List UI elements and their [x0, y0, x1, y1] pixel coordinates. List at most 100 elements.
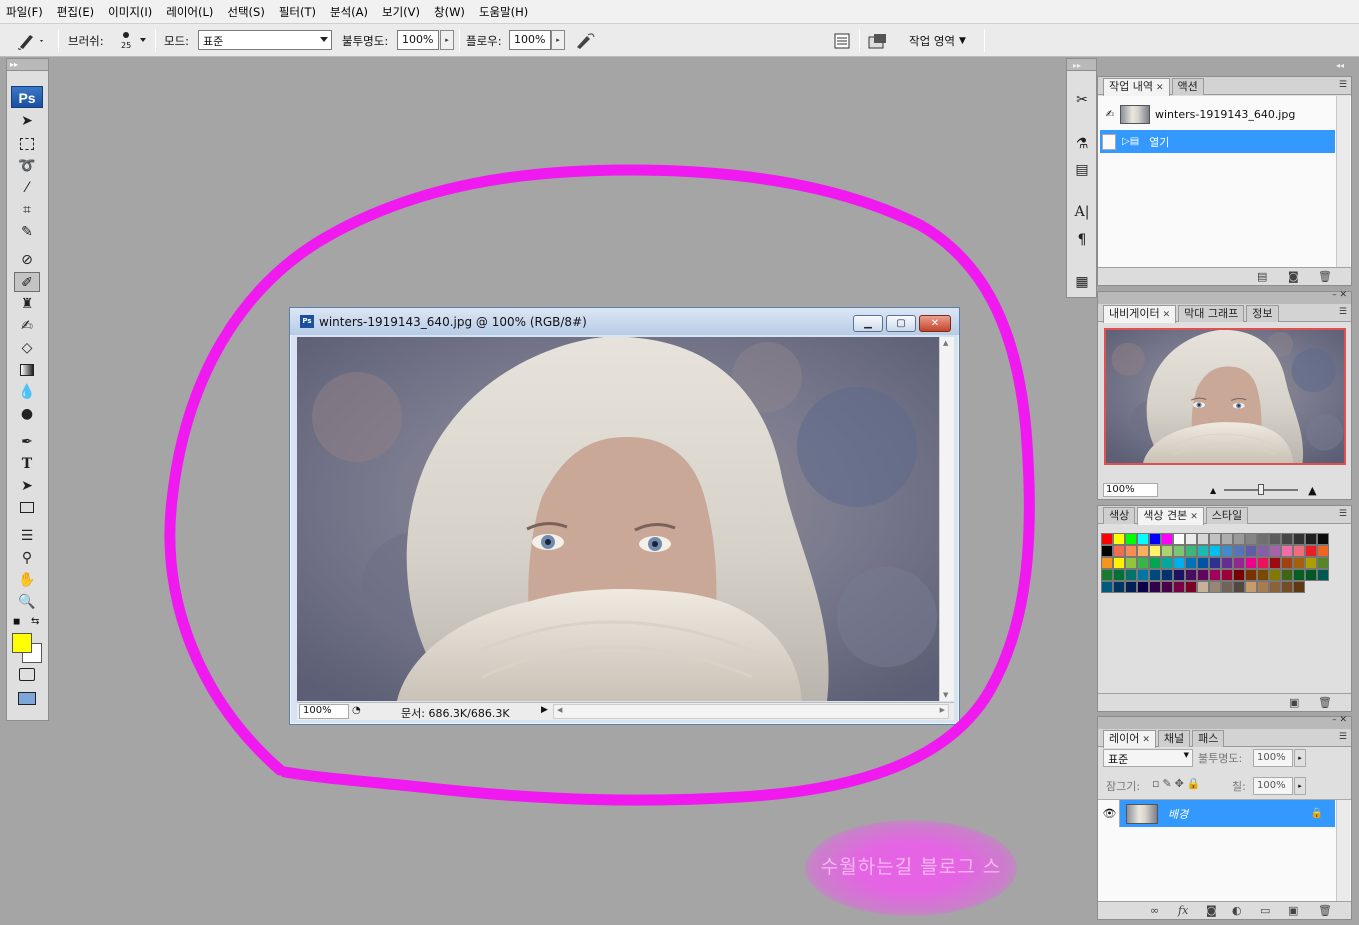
panel-menu-icon[interactable]: ☰ — [1339, 80, 1347, 90]
zoom-slider[interactable] — [1224, 484, 1299, 495]
swatch[interactable] — [1137, 569, 1149, 581]
foreground-color-swatch[interactable] — [12, 633, 32, 653]
clone-source-icon[interactable]: ▤ — [1071, 159, 1093, 181]
tab-paths[interactable]: 패스 — [1192, 730, 1225, 747]
swatch[interactable] — [1221, 581, 1233, 593]
eraser-tool-icon[interactable]: ◇ — [14, 338, 40, 358]
swatch[interactable] — [1125, 557, 1137, 569]
menu-item-0[interactable]: 파일(F) — [6, 4, 43, 20]
swatch[interactable] — [1161, 545, 1173, 557]
default-colors-icon[interactable]: ◼ — [13, 617, 20, 627]
swatch[interactable] — [1137, 533, 1149, 545]
tab-histogram[interactable]: 막대 그래프 — [1178, 305, 1245, 322]
tab-actions[interactable]: 액션 — [1171, 78, 1204, 95]
slice-tool-icon[interactable]: ✎ — [14, 222, 40, 242]
swatch[interactable] — [1221, 569, 1233, 581]
swatch[interactable] — [1185, 557, 1197, 569]
swatch[interactable] — [1293, 569, 1305, 581]
new-document-from-state-icon[interactable]: ▤ — [1257, 270, 1267, 283]
swatch[interactable] — [1149, 545, 1161, 557]
swatch[interactable] — [1209, 533, 1221, 545]
history-step-row[interactable]: ▷▤ 열기 — [1100, 130, 1335, 153]
crop-tool-icon[interactable]: ⌗ — [14, 200, 40, 220]
tool-presets-icon[interactable]: ✂ — [1071, 89, 1093, 111]
swatch[interactable] — [1149, 533, 1161, 545]
swatch[interactable] — [1317, 545, 1329, 557]
fill-input[interactable]: 100% — [1253, 777, 1293, 795]
swatch[interactable] — [1185, 533, 1197, 545]
swatch[interactable] — [1281, 557, 1293, 569]
swatch[interactable] — [1125, 569, 1137, 581]
swatch[interactable] — [1317, 569, 1329, 581]
swatch[interactable] — [1221, 557, 1233, 569]
airbrush-icon[interactable] — [574, 24, 596, 57]
swatch[interactable] — [1185, 581, 1197, 593]
palette-well-icon[interactable] — [833, 24, 851, 57]
swatch[interactable] — [1113, 533, 1125, 545]
swatch[interactable] — [1305, 533, 1317, 545]
swatch[interactable] — [1149, 569, 1161, 581]
document-zoom-input[interactable]: 100% — [299, 704, 349, 719]
swatch[interactable] — [1101, 545, 1113, 557]
swatch[interactable] — [1293, 557, 1305, 569]
swatch[interactable] — [1113, 581, 1125, 593]
opacity-slider-button[interactable]: ▸ — [440, 30, 454, 50]
flow-input[interactable]: 100% — [509, 30, 551, 50]
pen-tool-icon[interactable]: ✒ — [14, 432, 40, 452]
swatch[interactable] — [1125, 581, 1137, 593]
swatch[interactable] — [1257, 581, 1269, 593]
tab-styles[interactable]: 스타일 — [1205, 507, 1249, 524]
menu-item-6[interactable]: 분석(A) — [330, 4, 368, 20]
swatch[interactable] — [1293, 581, 1305, 593]
layer-row-background[interactable]: 👁 배경 🔒 — [1100, 800, 1335, 827]
lasso-tool-icon[interactable]: ➰ — [14, 156, 40, 176]
swatch[interactable] — [1209, 569, 1221, 581]
swatch[interactable] — [1185, 569, 1197, 581]
menu-item-2[interactable]: 이미지(I) — [108, 4, 152, 20]
swatch[interactable] — [1233, 545, 1245, 557]
panel-grip[interactable] — [1067, 59, 1096, 71]
swatch[interactable] — [1173, 533, 1185, 545]
paragraph-icon[interactable]: ¶ — [1071, 229, 1093, 251]
swatch[interactable] — [1197, 569, 1209, 581]
clone-stamp-tool-icon[interactable]: ♜ — [14, 294, 40, 314]
healing-brush-tool-icon[interactable]: ⊘ — [14, 250, 40, 270]
fill-slider-button[interactable]: ▸ — [1294, 777, 1306, 795]
swatch[interactable] — [1269, 569, 1281, 581]
swatch[interactable] — [1245, 569, 1257, 581]
swatch[interactable] — [1233, 557, 1245, 569]
swatch[interactable] — [1161, 533, 1173, 545]
lock-icons[interactable]: ▫✎✥🔒 — [1152, 777, 1204, 790]
swatch[interactable] — [1149, 557, 1161, 569]
swatch[interactable] — [1245, 557, 1257, 569]
link-layers-icon[interactable]: ∞ — [1150, 904, 1159, 917]
swatch[interactable] — [1137, 581, 1149, 593]
swatch[interactable] — [1113, 545, 1125, 557]
mode-select[interactable]: 표준 — [198, 30, 332, 50]
swap-colors-icon[interactable]: ⇆ — [31, 616, 39, 627]
swatch[interactable] — [1269, 533, 1281, 545]
swatch[interactable] — [1269, 545, 1281, 557]
history-snapshot-row[interactable]: ✍ winters-1919143_640.jpg — [1100, 103, 1335, 126]
swatch[interactable] — [1245, 533, 1257, 545]
layer-mask-icon[interactable]: ◙ — [1206, 904, 1217, 917]
hand-tool-icon[interactable]: ✋ — [14, 570, 40, 590]
swatch[interactable] — [1269, 581, 1281, 593]
swatch[interactable] — [1173, 581, 1185, 593]
panel-menu-icon[interactable]: ☰ — [1339, 509, 1347, 519]
swatch[interactable] — [1161, 557, 1173, 569]
menu-item-3[interactable]: 레이어(L) — [166, 4, 213, 20]
swatch[interactable] — [1233, 569, 1245, 581]
panel-menu-icon[interactable]: ☰ — [1339, 732, 1347, 742]
swatch[interactable] — [1221, 545, 1233, 557]
gradient-tool-icon[interactable] — [14, 360, 40, 380]
tab-color[interactable]: 색상 — [1103, 507, 1136, 524]
navigator-preview[interactable] — [1104, 328, 1346, 465]
document-vertical-scrollbar[interactable]: ▲ ▼ — [939, 337, 954, 701]
new-snapshot-icon[interactable]: ◙ — [1288, 270, 1299, 283]
quick-mask-icon[interactable] — [14, 665, 40, 685]
status-info-icon[interactable]: ◔ — [352, 705, 361, 716]
tab-history[interactable]: 작업 내역 ✕ — [1103, 78, 1170, 96]
new-group-icon[interactable]: ▭ — [1260, 904, 1270, 917]
navigator-zoom-input[interactable]: 100% — [1103, 483, 1158, 497]
